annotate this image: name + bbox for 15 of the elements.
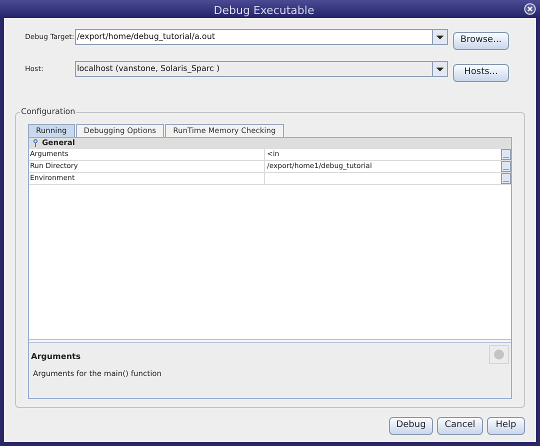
combo-box[interactable]: /export/home/debug_tutorial/a.out bbox=[75, 29, 448, 46]
dialog-button[interactable]: Browse... bbox=[453, 32, 509, 50]
dialog-button[interactable]: Help bbox=[487, 417, 525, 435]
description-title: Arguments bbox=[31, 350, 81, 362]
dialog-button[interactable]: Debug bbox=[389, 417, 433, 435]
ellipsis-button[interactable] bbox=[501, 148, 511, 160]
dialog-button[interactable]: Hosts... bbox=[453, 64, 509, 82]
pin-icon bbox=[33, 139, 38, 147]
group-title: Configuration bbox=[20, 106, 76, 116]
close-icon[interactable] bbox=[524, 3, 536, 15]
ellipsis-button[interactable] bbox=[501, 160, 511, 172]
dialog-button[interactable]: Cancel bbox=[437, 417, 483, 435]
ellipsis-button[interactable] bbox=[501, 172, 511, 184]
combo-box[interactable]: localhost (vanstone, Solaris_Sparc ) bbox=[75, 61, 448, 78]
window-title: Debug Executable bbox=[214, 4, 314, 17]
